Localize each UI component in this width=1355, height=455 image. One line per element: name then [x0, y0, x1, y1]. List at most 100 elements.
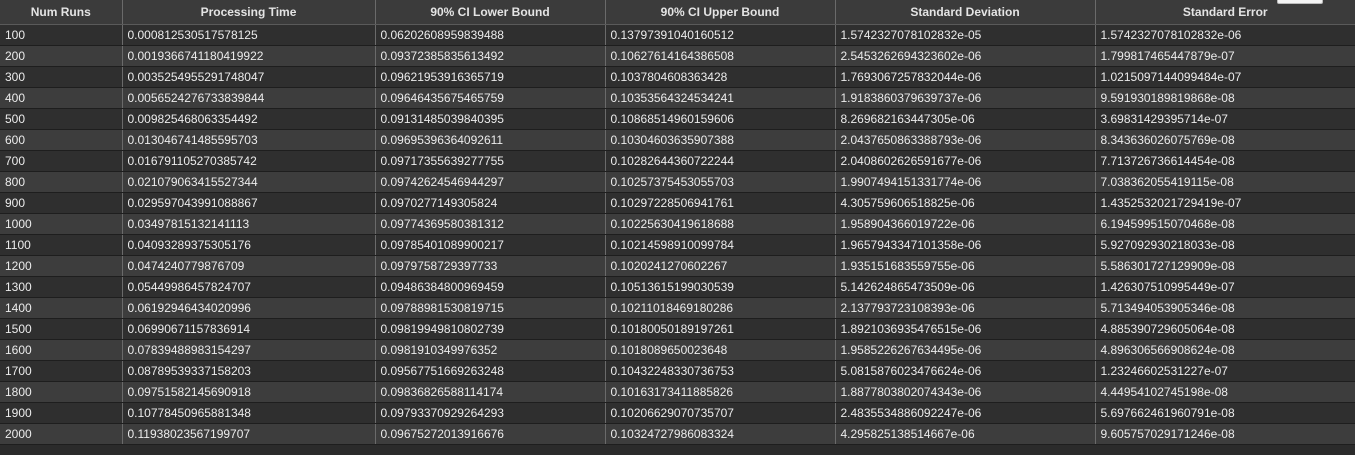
cell-standard-error: 7.038362055419115e-08: [1095, 171, 1355, 193]
cell-ci-lower-bound: 0.09717355639277755: [375, 150, 606, 172]
cell-standard-deviation: 2.0437650863388793e-06: [835, 129, 1096, 151]
cell-ci-upper-bound: 0.10282644360722244: [605, 150, 836, 172]
cell-standard-deviation: 1.9585226267634495e-06: [835, 339, 1096, 361]
cell-processing-time: 0.09751582145690918: [122, 381, 376, 403]
column-header-ci-upper-bound[interactable]: 90% CI Upper Bound: [605, 0, 836, 25]
table-row: 1500 0.06990671157836914 0.098199498108027…: [0, 318, 1355, 340]
cell-ci-lower-bound: 0.09646435675465759: [375, 87, 606, 109]
cell-standard-deviation: 1.9657943347101358e-06: [835, 234, 1096, 256]
column-header-ci-lower-bound[interactable]: 90% CI Lower Bound: [375, 0, 606, 25]
table-row: 1400 0.06192946434020996 0.097889815308197…: [0, 297, 1355, 319]
corner-control[interactable]: [1277, 0, 1323, 4]
cell-processing-time: 0.009825468063354492: [122, 108, 376, 130]
cell-standard-deviation: 5.142624865473509e-06: [835, 276, 1096, 298]
cell-num-runs: 1400: [0, 297, 123, 319]
cell-ci-upper-bound: 0.10257375453055703: [605, 171, 836, 193]
cell-num-runs: 1900: [0, 402, 123, 424]
cell-num-runs: 800: [0, 171, 123, 193]
cell-processing-time: 0.06192946434020996: [122, 297, 376, 319]
cell-num-runs: 900: [0, 192, 123, 214]
cell-ci-lower-bound: 0.09621953916365719: [375, 66, 606, 88]
cell-standard-error: 4.44954102745198e-08: [1095, 381, 1355, 403]
cell-num-runs: 1500: [0, 318, 123, 340]
cell-ci-upper-bound: 0.10868514960159606: [605, 108, 836, 130]
cell-num-runs: 200: [0, 45, 123, 67]
cell-standard-error: 7.713726736614454e-08: [1095, 150, 1355, 172]
cell-standard-error: 9.591930189819868e-08: [1095, 87, 1355, 109]
cell-ci-lower-bound: 0.09774369580381312: [375, 213, 606, 235]
cell-ci-upper-bound: 0.10163173411885826: [605, 381, 836, 403]
table-row: 400 0.0056524276733839844 0.09646435675465…: [0, 87, 1355, 109]
cell-num-runs: 700: [0, 150, 123, 172]
cell-processing-time: 0.0474240779876709: [122, 255, 376, 277]
cell-ci-upper-bound: 0.10214598910099784: [605, 234, 836, 256]
cell-processing-time: 0.000812530517578125: [122, 24, 376, 46]
cell-ci-lower-bound: 0.09567751669263248: [375, 360, 606, 382]
cell-ci-lower-bound: 0.09788981530819715: [375, 297, 606, 319]
cell-num-runs: 500: [0, 108, 123, 130]
cell-ci-lower-bound: 0.09486384800969459: [375, 276, 606, 298]
cell-standard-error: 6.194599515070468e-08: [1095, 213, 1355, 235]
cell-standard-deviation: 1.8921036935476515e-06: [835, 318, 1096, 340]
table-row: 500 0.009825468063354492 0.091314850398403…: [0, 108, 1355, 130]
table-row: 1200 0.0474240779876709 0.0979758729397733…: [0, 255, 1355, 277]
cell-processing-time: 0.013046741485595703: [122, 129, 376, 151]
cell-standard-deviation: 1.958904366019722e-06: [835, 213, 1096, 235]
cell-ci-lower-bound: 0.09695396364092611: [375, 129, 606, 151]
cell-standard-error: 1.23246602531227e-07: [1095, 360, 1355, 382]
cell-ci-upper-bound: 0.13797391040160512: [605, 24, 836, 46]
cell-standard-deviation: 5.0815876023476624e-06: [835, 360, 1096, 382]
cell-standard-deviation: 1.9183860379639737e-06: [835, 87, 1096, 109]
cell-ci-upper-bound: 0.10513615199030539: [605, 276, 836, 298]
cell-ci-lower-bound: 0.09742624546944297: [375, 171, 606, 193]
cell-standard-error: 1.5742327078102832e-06: [1095, 24, 1355, 46]
cell-standard-deviation: 2.137793723108393e-06: [835, 297, 1096, 319]
cell-standard-deviation: 4.295825138514667e-06: [835, 423, 1096, 445]
cell-processing-time: 0.10778450965881348: [122, 402, 376, 424]
cell-ci-lower-bound: 0.09819949810802739: [375, 318, 606, 340]
cell-processing-time: 0.08789539337158203: [122, 360, 376, 382]
table-row: 800 0.021079063415527344 0.097426245469442…: [0, 171, 1355, 193]
column-header-processing-time[interactable]: Processing Time: [122, 0, 376, 25]
cell-processing-time: 0.05449986457824707: [122, 276, 376, 298]
cell-processing-time: 0.0035254955291748047: [122, 66, 376, 88]
cell-processing-time: 0.03497815132141113: [122, 213, 376, 235]
cell-num-runs: 1700: [0, 360, 123, 382]
table-row: 1000 0.03497815132141113 0.097743695803813…: [0, 213, 1355, 235]
cell-ci-upper-bound: 0.1037804608363428: [605, 66, 836, 88]
table-row: 1900 0.10778450965881348 0.097933709292642…: [0, 402, 1355, 424]
column-header-num-runs[interactable]: Num Runs: [0, 0, 123, 25]
cell-processing-time: 0.0019366741180419922: [122, 45, 376, 67]
cell-ci-upper-bound: 0.10180050189197261: [605, 318, 836, 340]
cell-processing-time: 0.06990671157836914: [122, 318, 376, 340]
cell-num-runs: 1300: [0, 276, 123, 298]
cell-standard-deviation: 1.9907494151331774e-06: [835, 171, 1096, 193]
cell-ci-lower-bound: 0.09372385835613492: [375, 45, 606, 67]
cell-ci-upper-bound: 0.10432248330736753: [605, 360, 836, 382]
cell-ci-lower-bound: 0.09675272013916676: [375, 423, 606, 445]
cell-num-runs: 1800: [0, 381, 123, 403]
cell-ci-upper-bound: 0.10627614164386508: [605, 45, 836, 67]
cell-num-runs: 400: [0, 87, 123, 109]
cell-num-runs: 2000: [0, 423, 123, 445]
cell-processing-time: 0.0056524276733839844: [122, 87, 376, 109]
cell-processing-time: 0.07839488983154297: [122, 339, 376, 361]
cell-ci-lower-bound: 0.09131485039840395: [375, 108, 606, 130]
cell-ci-upper-bound: 0.10225630419618688: [605, 213, 836, 235]
cell-standard-error: 1.0215097144099484e-07: [1095, 66, 1355, 88]
header-row: Num Runs Processing Time 90% CI Lower Boun…: [0, 0, 1355, 25]
cell-ci-upper-bound: 0.1018089650023648: [605, 339, 836, 361]
cell-standard-deviation: 1.7693067257832044e-06: [835, 66, 1096, 88]
cell-num-runs: 1600: [0, 339, 123, 361]
cell-ci-upper-bound: 0.10353564324534241: [605, 87, 836, 109]
cell-ci-lower-bound: 0.0970277149305824: [375, 192, 606, 214]
cell-standard-deviation: 2.5453262694323602e-06: [835, 45, 1096, 67]
cell-standard-deviation: 2.4835534886092247e-06: [835, 402, 1096, 424]
column-header-standard-deviation[interactable]: Standard Deviation: [835, 0, 1096, 25]
cell-ci-lower-bound: 0.09793370929264293: [375, 402, 606, 424]
cell-ci-upper-bound: 0.10324727986083324: [605, 423, 836, 445]
cell-num-runs: 600: [0, 129, 123, 151]
cell-standard-error: 8.343636026075769e-08: [1095, 129, 1355, 151]
cell-standard-error: 4.896306566908624e-08: [1095, 339, 1355, 361]
table-row: 200 0.0019366741180419922 0.09372385835613…: [0, 45, 1355, 67]
